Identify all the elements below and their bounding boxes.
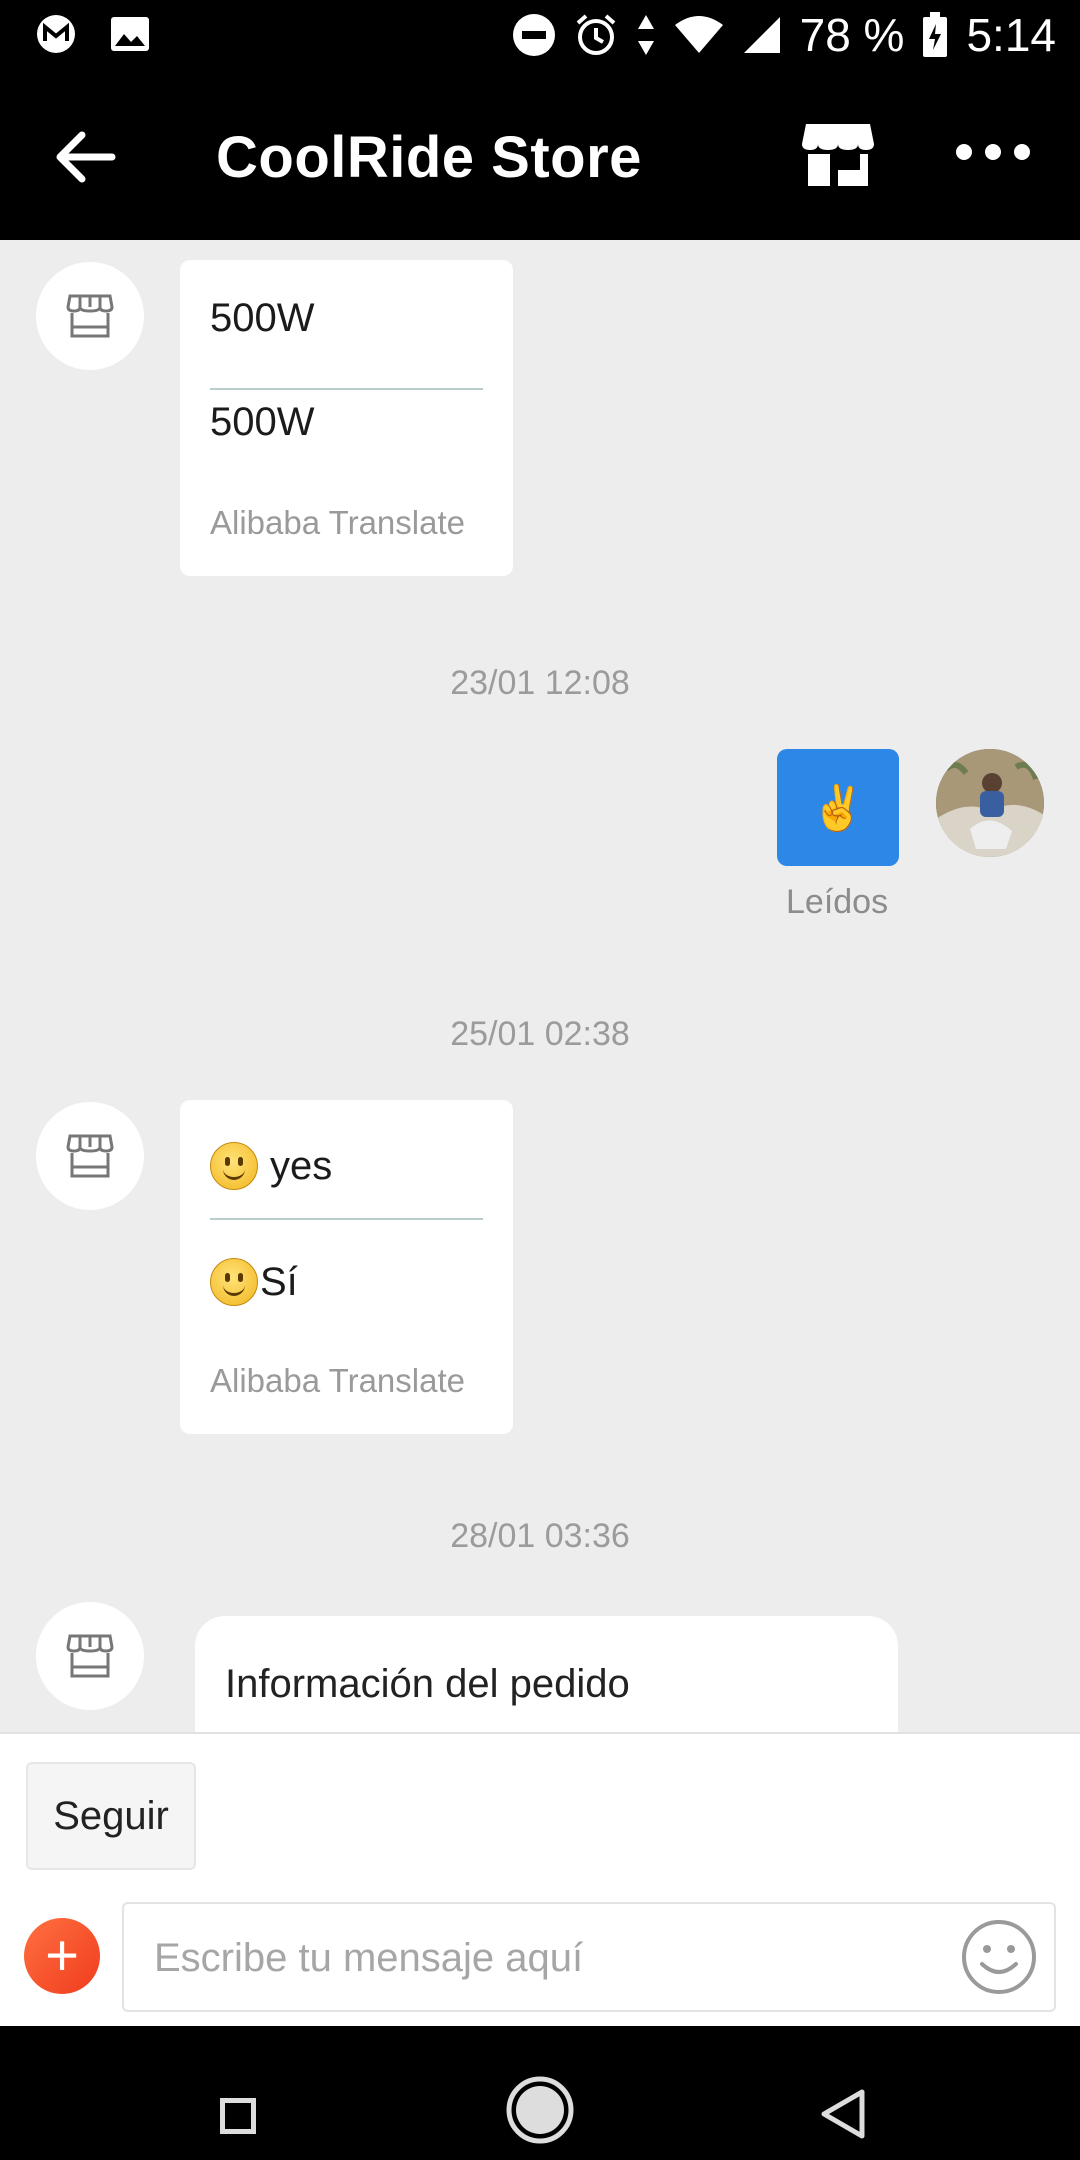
order-info-card[interactable]: Información del pedido (195, 1616, 898, 1732)
smiley-emoji (210, 1258, 258, 1306)
system-nav-bar (0, 2026, 1080, 2160)
victory-hand-emoji: ✌️ (810, 783, 866, 833)
gallery-icon (111, 17, 149, 51)
message-input[interactable] (152, 1922, 956, 1994)
message-translated-text: 500W (210, 400, 315, 444)
clock: 5:14 (966, 9, 1056, 61)
message-translated-text: Sí (260, 1259, 298, 1304)
page-title: CoolRide Store (216, 125, 642, 190)
chat-area[interactable]: 500W 500W Alibaba Translate 23/01 12:08 … (0, 240, 1080, 1732)
emoji-icon[interactable] (960, 1918, 1038, 1996)
store-avatar-icon (66, 1134, 114, 1178)
alarm-icon (576, 14, 615, 55)
message-bubble[interactable]: 500W 500W Alibaba Translate (180, 260, 513, 576)
message-original-text: 500W (210, 296, 315, 340)
data-arrows-icon (637, 15, 654, 55)
message-translated-row: Sí (210, 1258, 298, 1306)
message-divider (210, 1218, 483, 1220)
message-timestamp: 23/01 12:08 (450, 664, 630, 702)
message-original-row: yes (210, 1142, 332, 1190)
user-avatar[interactable] (936, 749, 1044, 857)
store-icon[interactable] (800, 120, 876, 190)
more-icon[interactable] (956, 132, 1030, 172)
wifi-icon (674, 16, 723, 53)
nav-back-icon[interactable] (816, 2086, 872, 2142)
status-bar-system: 78 % 5:14 (512, 8, 1056, 62)
my-message-bubble[interactable]: ✌️ (777, 749, 899, 866)
store-avatar-icon (66, 294, 114, 338)
nav-recents-icon[interactable] (220, 2098, 256, 2134)
message-original-text: yes (270, 1143, 333, 1188)
attach-plus-button[interactable]: + (24, 1918, 100, 1994)
app-bar: CoolRide Store (0, 72, 1080, 240)
back-arrow-icon[interactable] (50, 122, 120, 192)
read-status: Leídos (786, 883, 889, 921)
gmail-icon (37, 15, 75, 53)
store-avatar[interactable] (36, 1102, 144, 1210)
composer: Seguir + (0, 1732, 1080, 2028)
signal-icon (743, 17, 780, 53)
message-timestamp: 28/01 03:36 (450, 1517, 630, 1555)
order-card-title: Información del pedido (225, 1662, 630, 1706)
translator-label: Alibaba Translate (210, 504, 465, 541)
store-avatar-icon (66, 1634, 114, 1678)
store-avatar[interactable] (36, 1602, 144, 1710)
dnd-icon (512, 14, 555, 56)
translator-label: Alibaba Translate (210, 1362, 465, 1399)
message-input-box[interactable] (122, 1902, 1056, 2012)
message-timestamp: 25/01 02:38 (450, 1015, 630, 1053)
message-bubble[interactable]: yes Sí Alibaba Translate (180, 1100, 513, 1434)
status-bar-notifications (36, 14, 150, 54)
status-bar: 78 % 5:14 (0, 0, 1080, 72)
battery-percent: 78 % (799, 9, 905, 61)
message-divider (210, 388, 483, 390)
nav-home-icon[interactable] (506, 2076, 574, 2144)
battery-icon (923, 12, 948, 57)
user-avatar-photo (936, 749, 1044, 857)
store-avatar[interactable] (36, 262, 144, 370)
follow-button[interactable]: Seguir (26, 1762, 196, 1870)
smiley-emoji (210, 1142, 258, 1190)
